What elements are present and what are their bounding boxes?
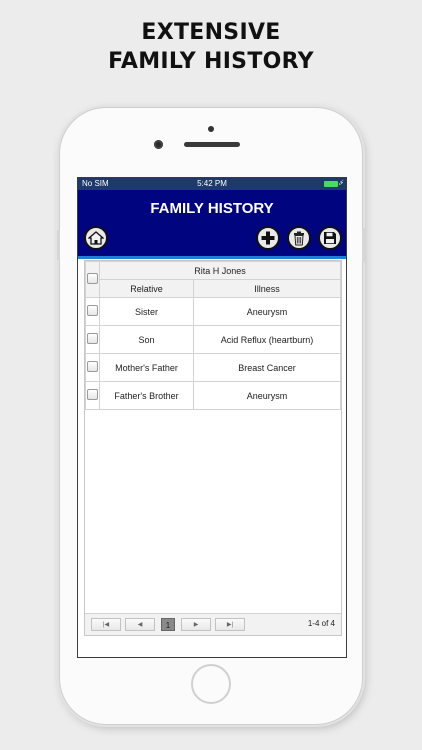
status-bar: No SIM 5:42 PM ⚡ — [78, 178, 346, 190]
family-history-table: Rita H Jones Relative Illness Sister Ane… — [85, 261, 341, 410]
first-page-button[interactable]: |◀ — [91, 618, 121, 631]
status-time: 5:42 PM — [197, 179, 227, 188]
patient-name: Rita H Jones — [99, 261, 341, 280]
next-page-icon: ▶ — [193, 622, 199, 628]
front-camera — [154, 140, 163, 149]
app-screen: No SIM 5:42 PM ⚡ FAMILY HISTORY Rita H J… — [77, 177, 347, 658]
promo-heading: EXTENSIVE FAMILY HISTORY — [0, 18, 422, 76]
delete-button[interactable] — [287, 226, 311, 250]
home-icon — [88, 231, 104, 245]
volume-button — [57, 230, 60, 260]
illness-cell: Aneurysm — [193, 381, 341, 410]
last-page-icon: ▶| — [226, 622, 234, 628]
prev-page-button[interactable]: ◀ — [125, 618, 155, 631]
save-button[interactable] — [318, 226, 342, 250]
column-header-row: Relative Illness — [86, 279, 341, 298]
row-checkbox-cell — [85, 297, 100, 326]
column-header-illness[interactable]: Illness — [193, 279, 341, 298]
home-button[interactable] — [84, 226, 108, 250]
pagination-bar: |◀ ◀ 1 ▶ ▶| 1-4 of 4 — [85, 613, 341, 635]
earpiece-speaker — [184, 142, 240, 147]
current-page-number[interactable]: 1 — [161, 618, 175, 631]
row-checkbox[interactable] — [87, 333, 98, 344]
first-page-icon: |◀ — [102, 622, 110, 628]
row-checkbox-cell — [85, 353, 100, 382]
illness-cell: Acid Reflux (heartburn) — [193, 325, 341, 354]
floppy-disk-icon — [324, 232, 336, 244]
row-checkbox-cell — [85, 325, 100, 354]
illness-cell: Breast Cancer — [193, 353, 341, 382]
table-row[interactable]: Father's Brother Aneurysm — [85, 381, 341, 410]
row-checkbox-cell — [85, 381, 100, 410]
select-all-cell — [85, 261, 100, 298]
promo-line-2: FAMILY HISTORY — [108, 49, 314, 74]
grid-caption-row: Rita H Jones — [85, 261, 341, 298]
power-button — [362, 228, 365, 262]
prev-page-icon: ◀ — [137, 622, 143, 628]
relative-cell: Sister — [99, 297, 194, 326]
page-range-info: 1-4 of 4 — [307, 619, 335, 628]
table-row[interactable]: Sister Aneurysm — [85, 297, 341, 326]
add-button[interactable] — [256, 226, 280, 250]
plus-icon — [261, 231, 275, 245]
column-header-relative[interactable]: Relative — [99, 279, 194, 298]
phone-home-button[interactable] — [191, 664, 231, 704]
select-all-checkbox[interactable] — [87, 273, 98, 284]
page-title: FAMILY HISTORY — [150, 200, 274, 217]
family-history-grid: Rita H Jones Relative Illness Sister Ane… — [84, 260, 342, 636]
illness-cell: Aneurysm — [193, 297, 341, 326]
relative-cell: Son — [99, 325, 194, 354]
charging-icon: ⚡ — [339, 180, 344, 187]
last-page-button[interactable]: ▶| — [215, 618, 245, 631]
battery-icon — [324, 181, 340, 187]
app-header: FAMILY HISTORY — [78, 190, 346, 259]
trash-icon — [294, 231, 304, 245]
row-checkbox[interactable] — [87, 389, 98, 400]
next-page-button[interactable]: ▶ — [181, 618, 211, 631]
proximity-sensor — [208, 126, 214, 132]
relative-cell: Mother's Father — [99, 353, 194, 382]
row-checkbox[interactable] — [87, 361, 98, 372]
table-row[interactable]: Mother's Father Breast Cancer — [85, 353, 341, 382]
table-row[interactable]: Son Acid Reflux (heartburn) — [85, 325, 341, 354]
relative-cell: Father's Brother — [99, 381, 194, 410]
row-checkbox[interactable] — [87, 305, 98, 316]
promo-line-1: EXTENSIVE — [141, 20, 281, 45]
